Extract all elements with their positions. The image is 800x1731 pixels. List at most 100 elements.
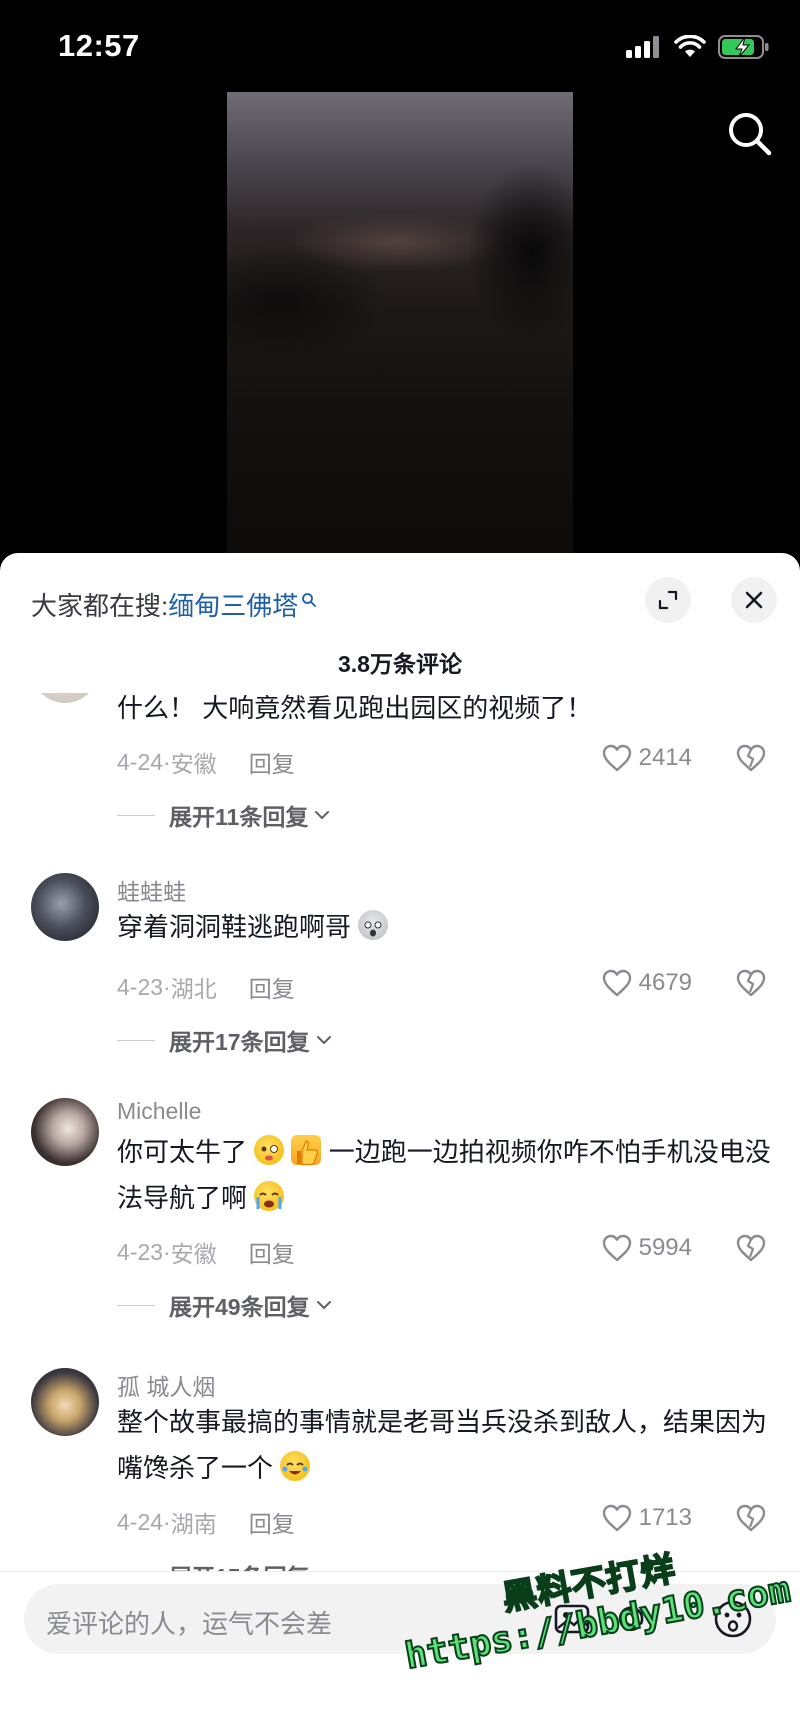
status-time: 12:57: [58, 28, 140, 63]
like-count: 5994: [638, 1234, 692, 1261]
shocked-face-emoji: [358, 910, 389, 940]
broken-heart-icon: [736, 1234, 766, 1262]
expand-replies[interactable]: 展开17条回复: [117, 1023, 332, 1057]
user-avatar[interactable]: [31, 1368, 99, 1436]
like-count: 1713: [638, 1504, 692, 1531]
comment-input-placeholder: 爱评论的人，运气不会差: [46, 1609, 333, 1639]
wifi-icon: [674, 35, 706, 57]
expand-replies[interactable]: 展开11条回复: [117, 798, 330, 832]
expand-replies-label: 展开49条回复: [169, 1294, 310, 1320]
comment-location: 安徽: [170, 1241, 217, 1267]
image-icon: [554, 1604, 590, 1634]
user-avatar[interactable]: [31, 1098, 99, 1166]
heart-icon: [602, 969, 631, 997]
expand-icon: [658, 590, 678, 610]
comment-location: 湖南: [170, 1511, 217, 1537]
crying-face-icon: [256, 1192, 282, 1209]
comment-username[interactable]: 蛙蛙蛙: [117, 873, 186, 907]
battery-charging-icon: [718, 35, 769, 59]
like-button[interactable]: 2414: [601, 743, 692, 773]
broken-heart-icon: [736, 1504, 766, 1532]
expand-replies-label: 展开11条回复: [169, 804, 309, 830]
comment-text-body: 穿着洞洞鞋逃跑啊哥: [117, 912, 352, 942]
close-sheet-button[interactable]: [731, 577, 777, 623]
comment-input-bar: 爱评论的人，运气不会差: [0, 1571, 800, 1731]
emoji-button[interactable]: [712, 1598, 754, 1645]
expand-sheet-button[interactable]: [645, 577, 691, 623]
hot-search-bar[interactable]: 大家都在搜: 缅甸三佛塔: [31, 586, 317, 623]
comment-meta: 4-23 · 安徽 回复: [117, 1235, 295, 1269]
comment-text: 什么！ 大响竟然看见跑出园区的视频了！: [117, 693, 593, 723]
comment-text: 穿着洞洞鞋逃跑啊哥: [117, 904, 772, 950]
dislike-button[interactable]: [735, 743, 767, 778]
comment-date: 4-24: [117, 1508, 164, 1535]
user-avatar[interactable]: [31, 873, 99, 941]
comment-text: 整个故事最搞的事情就是老哥当兵没杀到敌人，结果因为嘴馋杀了一个: [117, 1399, 772, 1491]
comment-location: 湖北: [170, 976, 217, 1002]
comment-input[interactable]: 爱评论的人，运气不会差: [24, 1584, 776, 1654]
heart-icon: [602, 1504, 631, 1532]
like-count: 2414: [638, 744, 692, 771]
teary-laugh-emoji: [280, 1451, 311, 1481]
broken-heart-icon: [736, 744, 766, 772]
emoji-icon: [714, 1600, 752, 1638]
like-count: 4679: [638, 969, 692, 996]
status-bar: 12:57: [0, 0, 800, 95]
like-button[interactable]: 5994: [601, 1233, 692, 1263]
comment-username[interactable]: Michelle: [117, 1098, 201, 1125]
mention-button[interactable]: [612, 1600, 650, 1643]
comment-count: 3.8万条评论: [338, 651, 462, 677]
comment-meta: 4-24 · 湖南 回复: [117, 1505, 295, 1539]
thumbs-up-icon: [297, 1140, 319, 1166]
zany-face-icon: [261, 1145, 279, 1161]
comment-location: 安徽: [170, 751, 217, 777]
like-button[interactable]: 1713: [601, 1503, 692, 1533]
user-avatar[interactable]: [31, 693, 99, 703]
comment-text-body: 整个故事最搞的事情就是老哥当兵没杀到敌人，结果因为嘴馋杀了一个: [117, 1407, 768, 1483]
expand-replies[interactable]: 展开15条回复: [117, 1558, 332, 1571]
expand-replies-label: 展开15条回复: [169, 1558, 310, 1571]
thumbs-up-emoji: [291, 1135, 322, 1166]
comment-username[interactable]: 孤 城人烟: [117, 1368, 215, 1402]
heart-icon: [602, 744, 631, 772]
heart-icon: [602, 1234, 631, 1262]
crying-face-emoji: [254, 1181, 285, 1211]
hot-search-prefix: 大家都在搜:: [31, 591, 169, 621]
reply-button[interactable]: 回复: [249, 970, 295, 1004]
comment-meta: 4-24 · 安徽 回复: [117, 745, 295, 779]
search-small-icon: [302, 592, 317, 607]
chevron-down-icon: [315, 811, 330, 820]
search-icon: [729, 113, 772, 156]
comment-list[interactable]: 什么！ 大响竟然看见跑出园区的视频了！ 4-24 · 安徽 回复 2414 展开11…: [0, 693, 800, 1571]
comment-meta: 4-23 · 湖北 回复: [117, 970, 295, 1004]
comment-text-body: 你可太牛了: [117, 1137, 248, 1167]
like-button[interactable]: 4679: [601, 968, 692, 998]
hot-search-term[interactable]: 缅甸三佛塔: [168, 586, 298, 623]
broken-heart-icon: [736, 969, 766, 997]
dislike-button[interactable]: [735, 1503, 767, 1538]
expand-replies-label: 展开17条回复: [169, 1029, 310, 1055]
cellular-signal-icon: [626, 36, 659, 58]
comment-date: 4-23: [117, 1238, 164, 1265]
shocked-face-icon: [364, 921, 382, 937]
video-frame[interactable]: [227, 92, 573, 555]
search-button[interactable]: [724, 108, 776, 160]
at-icon: [618, 1606, 644, 1631]
image-button[interactable]: [554, 1602, 590, 1641]
dislike-button[interactable]: [735, 968, 767, 1003]
comment-date: 4-24: [117, 748, 164, 775]
chevron-down-icon: [316, 1036, 331, 1045]
zany-face-emoji: [254, 1135, 285, 1165]
expand-replies[interactable]: 展开49条回复: [117, 1288, 332, 1322]
status-icons: [626, 32, 770, 62]
comment-sheet: 大家都在搜: 缅甸三佛塔 3.8万条评论 什么！ 大响竟然看见跑出园区的视频了！…: [0, 553, 800, 1731]
chevron-down-icon: [316, 1301, 331, 1310]
dislike-button[interactable]: [735, 1233, 767, 1268]
comment-text: 你可太牛了 一边跑一边拍视频你咋不怕手机没电没法导航了啊: [117, 1129, 772, 1221]
close-icon: [745, 591, 763, 609]
reply-button[interactable]: 回复: [249, 745, 295, 779]
comment-date: 4-23: [117, 973, 164, 1000]
reply-button[interactable]: 回复: [249, 1505, 295, 1539]
teary-laugh-icon: [282, 1462, 308, 1475]
reply-button[interactable]: 回复: [249, 1235, 295, 1269]
